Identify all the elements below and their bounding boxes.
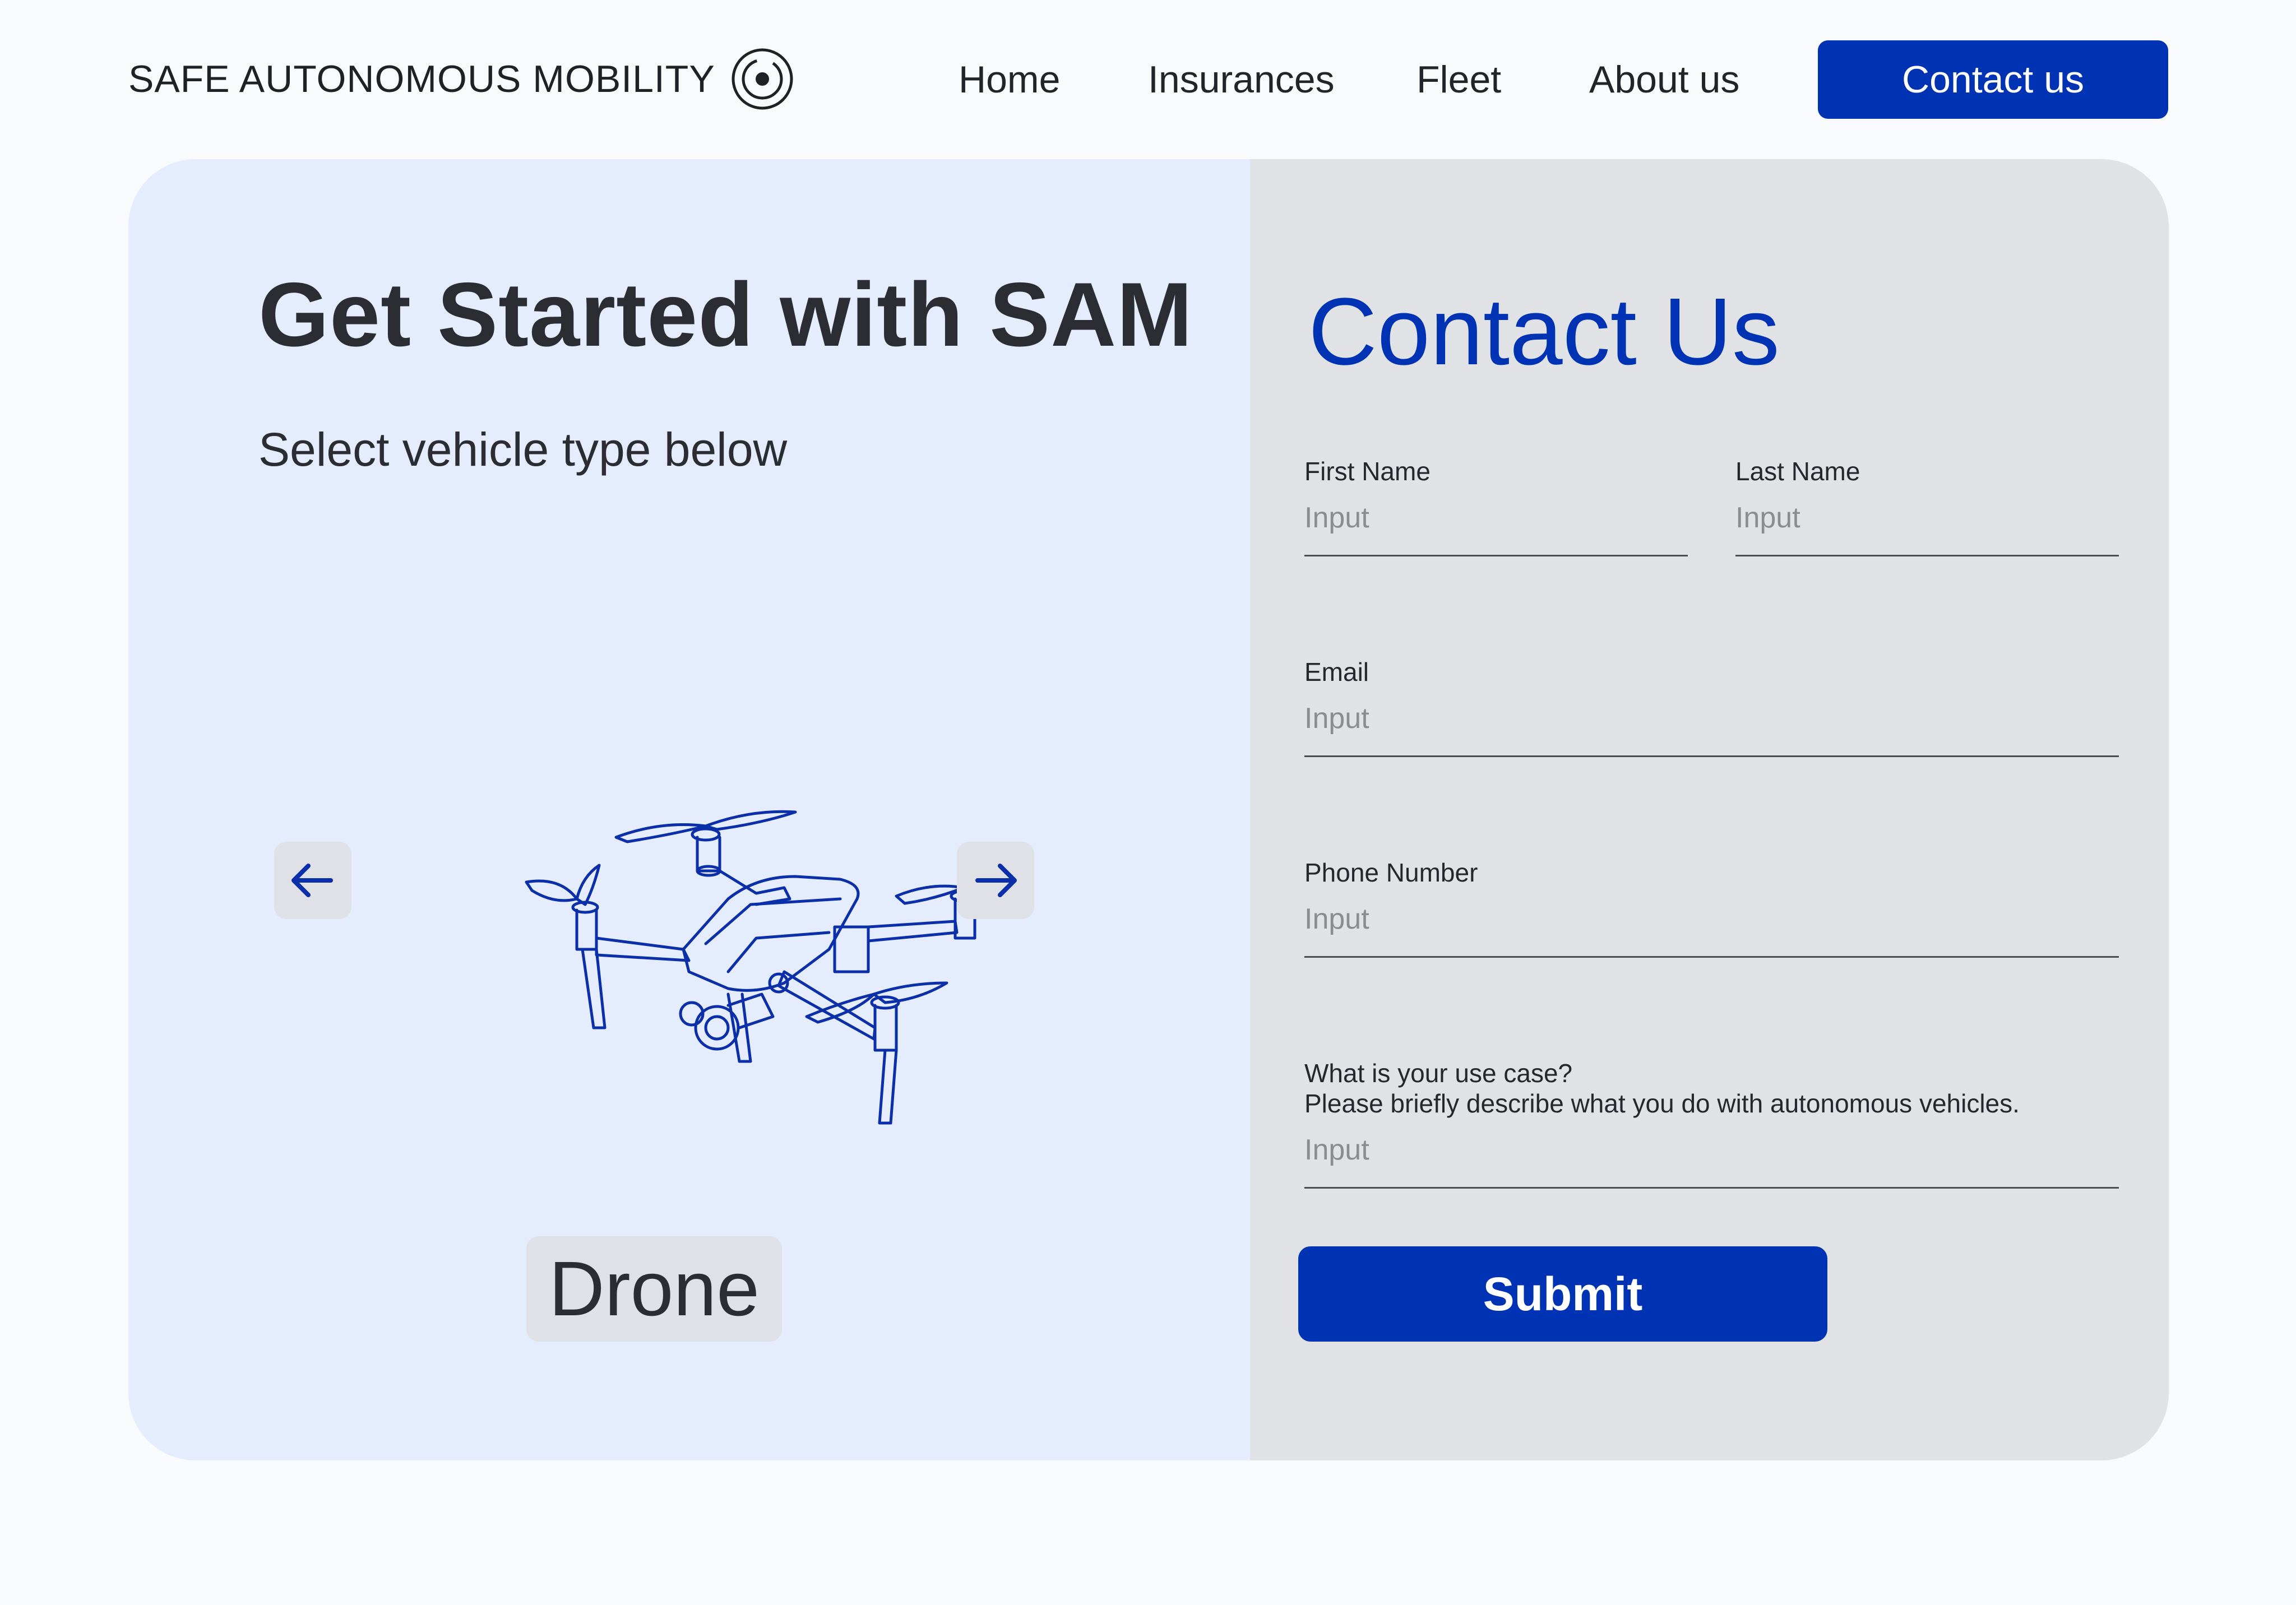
vehicle-selector-panel: Get Started with SAM Select vehicle type… [128,159,1250,1460]
main-card: Get Started with SAM Select vehicle type… [128,159,2169,1460]
email-label: Email [1304,657,1369,686]
use-case-label: What is your use case? [1304,1059,1573,1088]
contact-us-button[interactable]: Contact us [1818,40,2168,119]
previous-vehicle-button[interactable] [274,842,351,919]
nav-item-about-us[interactable]: About us [1589,40,1739,119]
brand[interactable]: SAFE AUTONOMOUS MOBILITY [128,48,795,110]
use-case-field-group: What is your use case? Please briefly de… [1304,1058,2119,1189]
email-input[interactable] [1304,695,2119,757]
nav-item-home[interactable]: Home [959,40,1060,119]
first-name-label: First Name [1304,457,1431,486]
phone-label: Phone Number [1304,858,1478,887]
nav-item-fleet[interactable]: Fleet [1417,40,1501,119]
phone-input[interactable] [1304,896,2119,958]
use-case-input[interactable] [1304,1126,2119,1189]
nav-item-insurances[interactable]: Insurances [1148,40,1335,119]
arrow-left-icon [291,864,333,897]
brand-name: SAFE AUTONOMOUS MOBILITY [128,58,715,100]
email-field-group: Email [1304,657,2119,757]
use-case-hint: Please briefly describe what you do with… [1304,1089,2020,1118]
form-title: Contact Us [1308,279,1780,385]
first-name-input[interactable] [1304,494,1688,556]
contact-form-panel: Contact Us First Name Last Name Email Ph… [1250,159,2169,1460]
first-name-field-group: First Name [1304,456,1688,556]
last-name-field-group: Last Name [1735,456,2119,556]
vehicle-type-label: Drone [526,1236,782,1342]
last-name-label: Last Name [1735,457,1860,486]
page-title: Get Started with SAM [258,264,1193,365]
page-subtitle: Select vehicle type below [258,423,788,476]
last-name-input[interactable] [1735,494,2119,556]
next-vehicle-button[interactable] [957,842,1034,919]
arrow-right-icon [975,864,1017,897]
phone-field-group: Phone Number [1304,857,2119,958]
concentric-circle-logo-icon [732,48,793,110]
submit-button[interactable]: Submit [1298,1246,1827,1342]
